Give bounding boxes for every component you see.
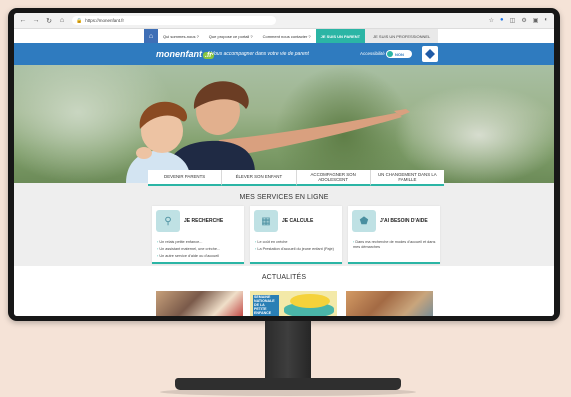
reload-icon[interactable]: ↻ <box>45 17 53 25</box>
address-bar[interactable]: 🔒 https://monenfant.fr <box>72 16 276 25</box>
service-link[interactable]: La Prestation d'accueil du jeune enfant … <box>255 247 341 252</box>
service-card-title: JE RECHERCHE <box>184 218 224 224</box>
monitor-screen: ← → ↻ ⌂ 🔒 https://monenfant.fr ☆ ● ◫ ⚙ ▣… <box>14 13 554 316</box>
calculator-icon: ▦ <box>254 210 278 232</box>
monitor: ← → ↻ ⌂ 🔒 https://monenfant.fr ☆ ● ◫ ⚙ ▣… <box>8 8 560 321</box>
service-card-help[interactable]: ⬟ J'AI BESOIN D'AIDE Dans ma recherche d… <box>348 206 440 264</box>
house-icon: ⌂ <box>148 32 154 40</box>
news-card-decoration <box>290 294 330 308</box>
service-card-search[interactable]: ⚲ JE RECHERCHE Un relais petite enfance.… <box>152 206 244 264</box>
forward-icon[interactable]: → <box>32 17 40 24</box>
toggle-knob <box>387 51 393 57</box>
service-link[interactable]: Un relais petite enfance... <box>157 240 243 245</box>
tab-devenir-parents[interactable]: DEVENIR PARENTS <box>148 170 222 186</box>
service-card-title: JE CALCULE <box>282 218 314 224</box>
search-person-icon: ⚲ <box>156 210 180 232</box>
tab-elever-son-enfant[interactable]: ÉLEVER SON ENFANT <box>221 170 296 186</box>
monitor-stand-base <box>175 378 401 390</box>
france-map-icon: ⬟ <box>352 210 376 232</box>
top-navigation: ⌂ Qui sommes-nous ? Que propose ce porta… <box>14 29 554 43</box>
star-icon[interactable]: ☆ <box>489 17 494 24</box>
browser-toolbar: ← → ↻ ⌂ 🔒 https://monenfant.fr ☆ ● ◫ ⚙ ▣… <box>14 13 554 29</box>
lock-icon: 🔒 <box>76 17 83 24</box>
topnav-link-contact[interactable]: Comment nous contacter ? <box>258 29 316 43</box>
service-link[interactable]: Le coût en crèche <box>255 240 341 245</box>
url-text: https://monenfant.fr <box>85 18 125 23</box>
service-link[interactable]: Dans ma recherche de modes d'accueil et … <box>353 240 439 249</box>
parent-topic-tabs: DEVENIR PARENTS ÉLEVER SON ENFANT ACCOMP… <box>148 170 444 186</box>
site-tagline: Vous accompagner dans votre vie de paren… <box>211 51 309 57</box>
tab-changement-famille[interactable]: UN CHANGEMENT DANS LA FAMILLE <box>369 170 444 186</box>
extension-icons: ☆ ● ◫ ⚙ ▣ ◐ <box>489 17 548 24</box>
service-link[interactable]: Un assistant maternel, une crèche... <box>157 247 243 252</box>
tab-icon[interactable]: ▣ <box>533 17 539 24</box>
profile-icon[interactable]: ◐ <box>544 17 548 24</box>
site-header: monenfant .fr Vous accompagner dans votre… <box>14 43 554 65</box>
home-icon[interactable]: ⌂ <box>58 17 66 24</box>
accessibility-label: Accessibilité <box>360 51 385 56</box>
online-services-section: MES SERVICES EN LIGNE ⚲ JE RECHERCHE Un … <box>14 186 554 266</box>
news-section: ACTUALITÉS SEMAINE NATIONALE DE LA PETIT… <box>14 266 554 316</box>
accessibility-toggle[interactable]: NON <box>386 50 412 58</box>
hero-photo-children <box>126 81 410 183</box>
caf-logo[interactable] <box>422 46 438 62</box>
service-card-title: J'AI BESOIN D'AIDE <box>380 218 428 224</box>
services-title: MES SERVICES EN LIGNE <box>239 194 329 201</box>
topnav-link-offer[interactable]: Que propose ce portail ? <box>204 29 258 43</box>
news-card-photo-3[interactable] <box>346 291 433 316</box>
service-card-calculate[interactable]: ▦ JE CALCULE Le coût en crèche La Presta… <box>250 206 342 264</box>
service-link[interactable]: Un autre service d'aide ou d'accueil <box>157 254 243 259</box>
parent-space-tab[interactable]: JE SUIS UN PARENT <box>315 29 366 43</box>
logo-text: monenfant <box>156 49 202 59</box>
settings-icon[interactable]: ⚙ <box>521 17 526 24</box>
puzzle-icon[interactable]: ◫ <box>510 17 516 24</box>
news-card-text: SEMAINE NATIONALE DE LA PETITE ENFANCE <box>253 295 279 316</box>
toggle-state: NON <box>395 51 404 57</box>
back-icon[interactable]: ← <box>19 17 27 24</box>
site-logo[interactable]: monenfant .fr <box>156 49 214 59</box>
caf-diamond-icon <box>425 49 435 59</box>
topnav-link-about[interactable]: Qui sommes-nous ? <box>158 29 204 43</box>
news-title: ACTUALITÉS <box>261 274 307 281</box>
news-card-photo-1[interactable] <box>156 291 243 316</box>
tab-accompagner-adolescent[interactable]: ACCOMPAGNER SON ADOLESCENT <box>295 170 370 186</box>
home-button[interactable]: ⌂ <box>144 29 158 43</box>
professional-space-tab[interactable]: JE SUIS UN PROFESSIONNEL <box>365 29 439 43</box>
news-card-petite-enfance[interactable]: SEMAINE NATIONALE DE LA PETITE ENFANCE <box>250 291 337 316</box>
extension-icon[interactable]: ● <box>500 17 504 24</box>
monitor-stand-neck <box>265 321 311 381</box>
hero-banner <box>14 65 554 183</box>
